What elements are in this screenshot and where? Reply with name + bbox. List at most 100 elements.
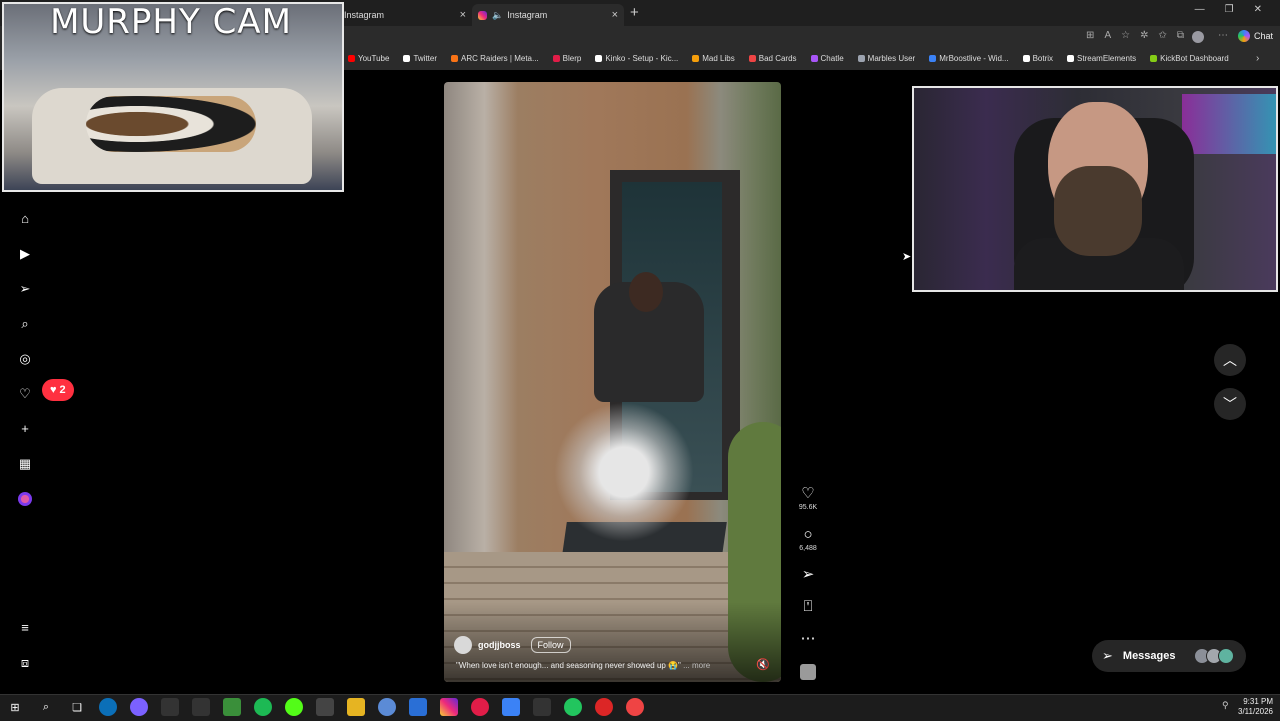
author-avatar[interactable] xyxy=(454,636,472,654)
clock-date: 3/11/2026 xyxy=(1238,707,1273,716)
reels-icon[interactable]: ▶ xyxy=(18,247,32,261)
reel-author: godjjboss Follow xyxy=(454,636,571,654)
bookmark-favicon-icon xyxy=(403,55,411,62)
bookmark-favicon-icon xyxy=(1022,55,1030,62)
collections-icon[interactable]: ⧉ xyxy=(1177,30,1184,41)
maximize-button[interactable]: ❐ xyxy=(1225,4,1234,15)
minimize-button[interactable]: — xyxy=(1195,4,1205,15)
comment-action[interactable]: ○ 6,488 xyxy=(798,527,818,553)
favorite-star-icon[interactable]: ☆ xyxy=(1121,30,1130,41)
bookmark-item[interactable]: Blerp xyxy=(552,54,581,63)
profile-avatar[interactable] xyxy=(1192,31,1204,43)
create-plus-icon[interactable]: + xyxy=(18,422,32,436)
network-tray-icon[interactable]: ⚲ xyxy=(1222,700,1229,711)
app-icon[interactable] xyxy=(564,698,582,716)
reel-video[interactable] xyxy=(444,82,781,682)
app-icon[interactable] xyxy=(378,698,396,716)
close-icon[interactable]: × xyxy=(460,9,466,21)
like-action[interactable]: ♡ 95.6K xyxy=(798,486,818,512)
spotify-icon[interactable] xyxy=(254,698,272,716)
bookmark-label: StreamElements xyxy=(1077,54,1137,63)
bookmarks-more-chevron-icon[interactable]: › xyxy=(1256,53,1259,64)
app-icon[interactable] xyxy=(130,698,148,716)
extensions-icon[interactable]: ✲ xyxy=(1140,30,1148,41)
comment-bubble-icon[interactable]: ○ xyxy=(798,527,818,543)
bookmark-item[interactable]: Botrix xyxy=(1022,54,1053,63)
app-icon[interactable] xyxy=(471,698,489,716)
comments-count: 6,488 xyxy=(799,545,817,552)
more-link[interactable]: ... more xyxy=(683,661,710,670)
kick-icon[interactable] xyxy=(285,698,303,716)
explore-compass-icon[interactable]: ◎ xyxy=(18,352,32,366)
instagram-app-icon[interactable] xyxy=(440,698,458,716)
edge-browser-icon[interactable] xyxy=(99,698,117,716)
heart-like-icon[interactable]: ♡ xyxy=(798,486,818,502)
bookmark-item[interactable]: KickBot Dashboard xyxy=(1150,54,1229,63)
close-icon[interactable]: × xyxy=(612,9,618,21)
author-username[interactable]: godjjboss xyxy=(478,640,521,650)
save-action[interactable]: ⍞ xyxy=(798,599,818,615)
app-icon[interactable] xyxy=(316,698,334,716)
menu-hamburger-icon[interactable]: ≡ xyxy=(18,621,32,635)
app-icon[interactable] xyxy=(595,698,613,716)
search-icon[interactable]: ⌕ xyxy=(37,698,55,716)
profile-avatar-icon[interactable] xyxy=(18,492,32,506)
bookmark-save-icon[interactable]: ⍞ xyxy=(798,599,818,615)
app-icon[interactable] xyxy=(223,698,241,716)
bookmark-item[interactable]: MrBoostlive - Wid... xyxy=(929,54,1009,63)
bookmark-item[interactable]: YouTube xyxy=(348,54,389,63)
read-aloud-icon[interactable]: A xyxy=(1104,30,1111,41)
close-window-button[interactable]: ✕ xyxy=(1254,4,1262,15)
more-menu-icon[interactable]: ⋯ xyxy=(1218,30,1228,41)
taskbar-clock[interactable]: 9:31 PM 3/11/2026 xyxy=(1238,697,1273,717)
share-send-icon[interactable]: ➢ xyxy=(798,567,818,583)
speaker-icon[interactable]: 🔈 xyxy=(492,10,503,21)
new-tab-button[interactable]: + xyxy=(630,4,639,21)
bookmark-item[interactable]: Chatle xyxy=(810,54,844,63)
more-options-icon[interactable]: ⋯ xyxy=(798,631,818,647)
next-reel-button[interactable]: ﹀ xyxy=(1214,388,1246,420)
app-icon[interactable] xyxy=(192,698,210,716)
audio-thumbnail[interactable] xyxy=(800,664,816,680)
bookmark-favicon-icon xyxy=(929,55,937,62)
previous-reel-button[interactable]: ︿ xyxy=(1214,344,1246,376)
toolbar-icons: ⊞ A ☆ ✲ ✩ ⧉ ⋯ xyxy=(1086,30,1228,41)
share-action[interactable]: ➢ xyxy=(798,567,818,583)
messages-button[interactable]: ➢ Messages xyxy=(1092,640,1246,672)
bookmark-label: Kinko - Setup - Kic... xyxy=(605,54,679,63)
browser-tab-2-active[interactable]: 🔈 Instagram × xyxy=(472,4,624,26)
app-icon[interactable] xyxy=(161,698,179,716)
follow-button[interactable]: Follow xyxy=(530,637,571,653)
bookmark-item[interactable]: Marbles User xyxy=(857,54,915,63)
app-icon[interactable] xyxy=(533,698,551,716)
copilot-chat-button[interactable]: Chat xyxy=(1238,30,1273,42)
apps-icon[interactable]: ⊞ xyxy=(1086,30,1094,41)
dashboard-icon[interactable]: ▦ xyxy=(18,457,32,471)
more-options-action[interactable]: ⋯ xyxy=(798,631,818,647)
mute-speaker-icon[interactable]: 🔇 xyxy=(756,658,770,671)
home-icon[interactable]: ⌂ xyxy=(18,212,32,226)
direct-send-icon[interactable]: ➢ xyxy=(18,282,32,296)
copilot-icon xyxy=(1238,30,1250,42)
bookmark-item[interactable]: StreamElements xyxy=(1067,54,1136,63)
bookmark-item[interactable]: Mad Libs xyxy=(692,54,735,63)
windows-start-icon[interactable]: ⊞ xyxy=(6,698,24,716)
notifications-badge[interactable]: ♥ 2 xyxy=(42,379,74,401)
window-controls: — ❐ ✕ xyxy=(1195,4,1280,15)
search-icon[interactable]: ⌕ xyxy=(18,317,32,331)
task-view-icon[interactable]: ❏ xyxy=(68,698,86,716)
bookmark-item[interactable]: Kinko - Setup - Kic... xyxy=(595,54,678,63)
bookmark-item[interactable]: Bad Cards xyxy=(748,54,797,63)
also-from-meta-icon[interactable]: ⧈ xyxy=(18,656,32,670)
heart-notifications-icon[interactable]: ♡ xyxy=(18,387,32,401)
browser-tab-1[interactable]: Instagram × xyxy=(344,4,472,26)
sleeping-dog xyxy=(86,96,256,152)
favorites-icon[interactable]: ✩ xyxy=(1158,30,1166,41)
app-icon[interactable] xyxy=(502,698,520,716)
app-icon[interactable] xyxy=(626,698,644,716)
caption-text: "When love isn't enough... and seasoning… xyxy=(456,661,681,670)
file-explorer-icon[interactable] xyxy=(347,698,365,716)
app-icon[interactable] xyxy=(409,698,427,716)
bookmark-item[interactable]: ARC Raiders | Meta... xyxy=(451,54,539,63)
bookmark-item[interactable]: Twitter xyxy=(403,54,437,63)
